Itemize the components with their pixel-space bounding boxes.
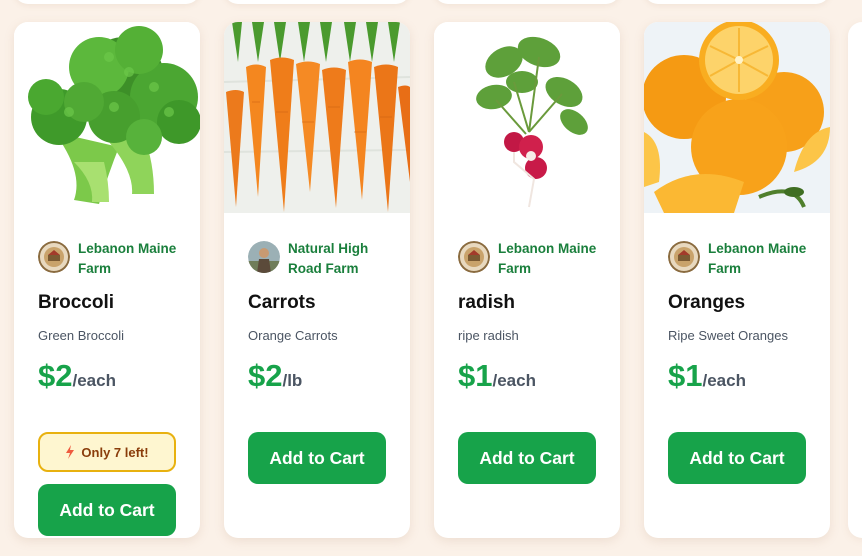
low-stock-badge: Only 7 left!	[38, 432, 176, 472]
product-card: Lebanon Maine Farm Broccoli Green Brocco…	[14, 22, 200, 538]
add-to-cart-button[interactable]: Add to Cart	[458, 432, 596, 484]
product-description: Green Broccoli	[38, 328, 124, 343]
stock-badge-label: Only 7 left!	[81, 444, 149, 460]
product-card: Lebanon Maine Farm radish ripe radish $1…	[434, 22, 620, 538]
price-unit: /each	[702, 371, 746, 390]
product-card: Natural High Road Farm Carrots Orange Ca…	[224, 22, 410, 538]
card-above-stub	[644, 0, 830, 4]
price: $1	[668, 358, 703, 393]
price: $1	[458, 358, 493, 393]
carrots-image	[224, 22, 410, 213]
farm-name[interactable]: Natural High Road Farm	[288, 239, 398, 279]
product-card: Lebanon Maine Farm Oranges Ripe Sweet Or…	[644, 22, 830, 538]
price-unit: /lb	[282, 371, 303, 390]
card-next-stub	[848, 22, 862, 538]
price-row: $2/lb	[248, 358, 302, 394]
price-unit: /each	[72, 371, 116, 390]
farm-name[interactable]: Lebanon Maine Farm	[498, 239, 608, 279]
product-description: Ripe Sweet Oranges	[668, 328, 788, 343]
oranges-image	[644, 22, 830, 213]
lightning-icon	[66, 445, 75, 459]
card-above-stub	[14, 0, 200, 4]
price-row: $2/each	[38, 358, 116, 394]
farm-logo-icon	[458, 241, 490, 273]
card-above-stub	[224, 0, 410, 4]
add-to-cart-button[interactable]: Add to Cart	[248, 432, 386, 484]
farm-logo-icon	[668, 241, 700, 273]
product-description: ripe radish	[458, 328, 519, 343]
product-name: radish	[458, 292, 516, 313]
product-name: Broccoli	[38, 292, 115, 313]
product-name: Oranges	[668, 292, 746, 313]
farm-logo-icon	[38, 241, 70, 273]
price: $2	[248, 358, 283, 393]
card-above-stub	[434, 0, 620, 4]
broccoli-image	[14, 22, 200, 213]
price-unit: /each	[492, 371, 536, 390]
product-description: Orange Carrots	[248, 328, 338, 343]
add-to-cart-button[interactable]: Add to Cart	[668, 432, 806, 484]
farmer-photo-icon	[248, 241, 280, 273]
radish-image	[434, 22, 620, 213]
price: $2	[38, 358, 73, 393]
add-to-cart-button[interactable]: Add to Cart	[38, 484, 176, 536]
product-name: Carrots	[248, 292, 316, 313]
price-row: $1/each	[668, 358, 746, 394]
price-row: $1/each	[458, 358, 536, 394]
farm-name[interactable]: Lebanon Maine Farm	[78, 239, 188, 279]
farm-name[interactable]: Lebanon Maine Farm	[708, 239, 818, 279]
